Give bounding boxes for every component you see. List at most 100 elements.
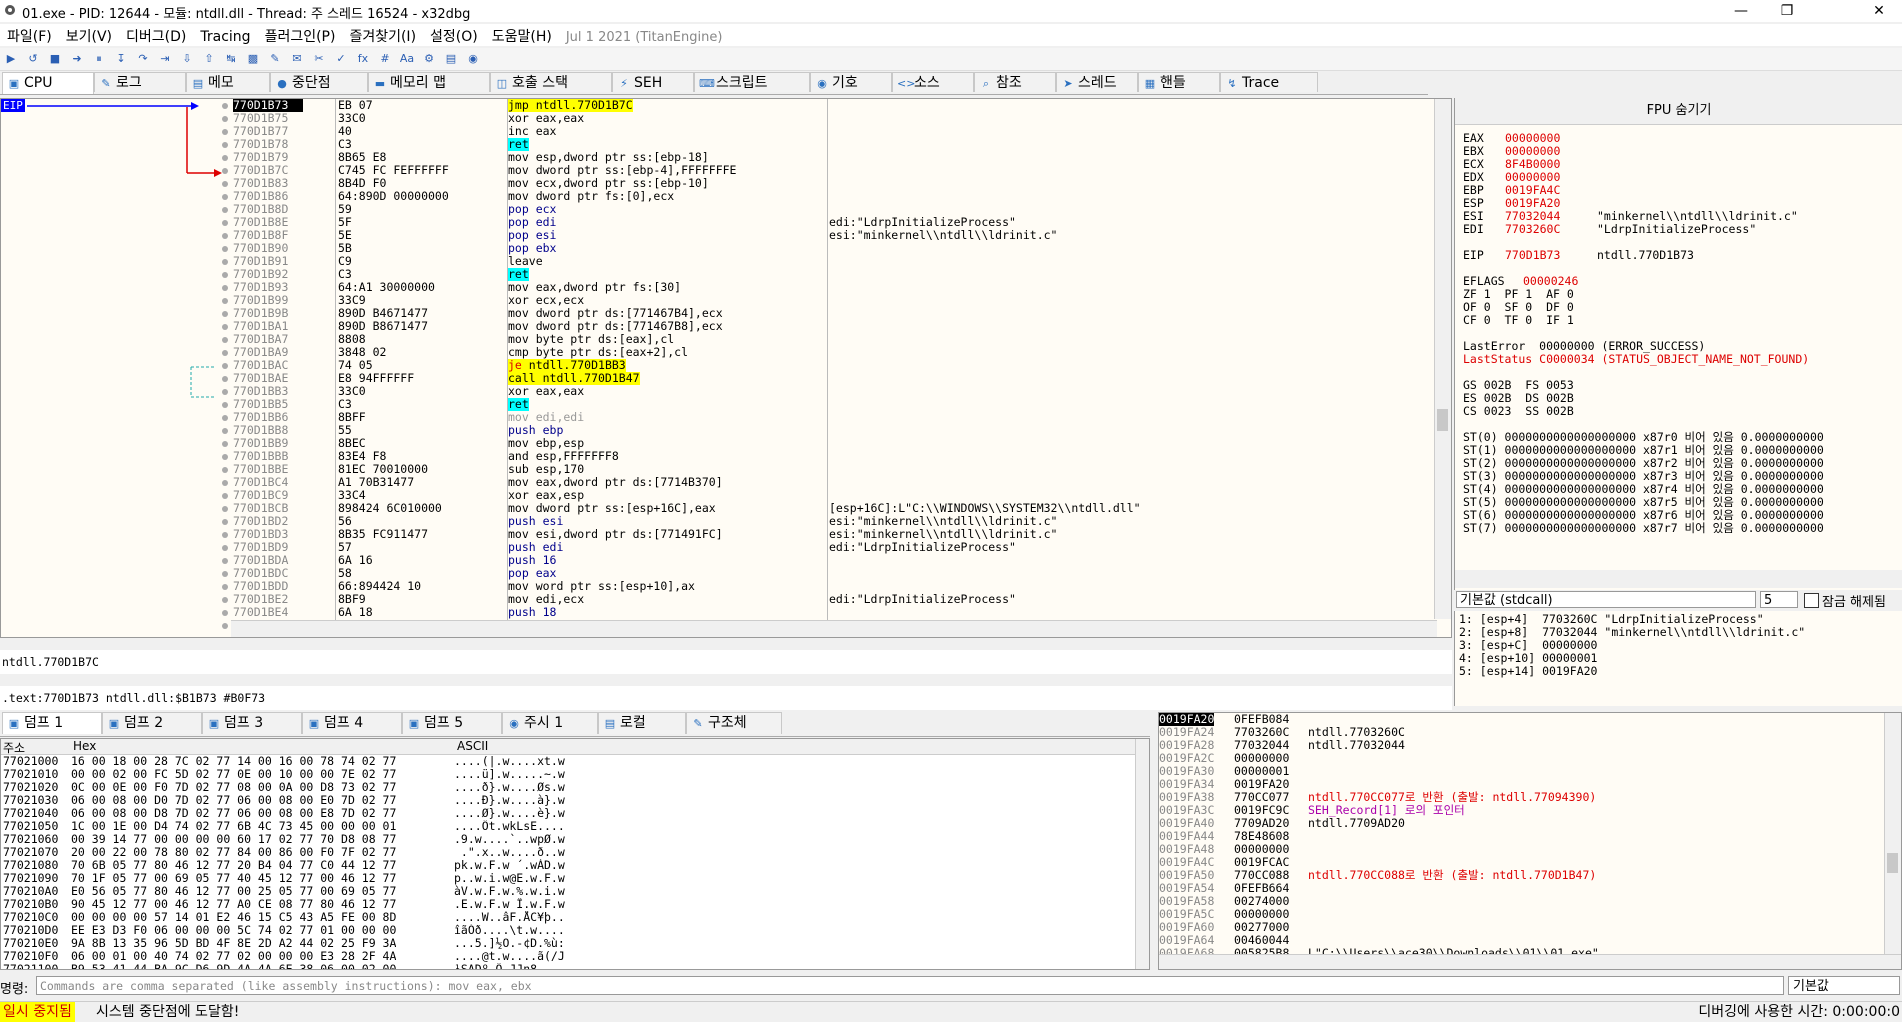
register-line[interactable]: EBX 00000000 <box>1463 145 1824 158</box>
menu-item-0[interactable]: 파일(F) <box>0 24 59 48</box>
command-input[interactable]: Commands are comma separated (like assem… <box>36 976 1784 995</box>
toolbar-icon-18[interactable]: Aa <box>399 52 415 66</box>
unlock-checkbox[interactable] <box>1804 593 1819 608</box>
dump-tab-7[interactable]: ✎ 구조체 <box>686 712 782 734</box>
instruction-text[interactable]: sub esp,170 <box>508 463 828 476</box>
breakpoint-dot-icon[interactable] <box>221 502 231 515</box>
instruction-text[interactable]: mov dword ptr ss:[ebp-4],FFFFFFFE <box>508 164 828 177</box>
register-line[interactable]: ESP 0019FA20 <box>1463 197 1824 210</box>
breakpoint-dot-icon[interactable] <box>221 190 231 203</box>
breakpoint-dot-icon[interactable] <box>221 541 231 554</box>
breakpoint-dot-icon[interactable] <box>221 450 231 463</box>
toolbar-icon-14[interactable]: ✂ <box>311 52 327 66</box>
hex-dump-pane[interactable]: 주소 Hex ASCII 77021000 77021010 77021020 770… <box>0 738 1150 970</box>
breakpoint-dot-icon[interactable] <box>221 528 231 541</box>
breakpoint-dot-icon[interactable] <box>221 606 231 619</box>
disassembly-hscrollbar[interactable] <box>231 620 1437 637</box>
menu-item-4[interactable]: 플러그인(P) <box>258 24 343 48</box>
breakpoint-dot-icon[interactable] <box>221 372 231 385</box>
breakpoint-dot-icon[interactable] <box>221 385 231 398</box>
stack-pane[interactable]: 0019FA20 0019FA24 0019FA28 0019FA2C 0019FA30… <box>1158 712 1902 970</box>
toolbar-icon-1[interactable]: ↺ <box>25 52 41 66</box>
toolbar-icon-16[interactable]: fx <box>355 52 371 66</box>
dump-tab-0[interactable]: ▣ 덤프 1 <box>2 712 102 734</box>
instruction-text[interactable]: mov word ptr ss:[esp+10],ax <box>508 580 828 593</box>
toolbar-icon-19[interactable]: ⚙ <box>421 52 437 66</box>
register-line[interactable]: ST(1) 0000000000000000000 x87r1 비어 있음 0.… <box>1463 444 1824 457</box>
register-line[interactable]: EFLAGS 00000246 <box>1463 275 1824 288</box>
instruction-text[interactable]: je ntdll.770D1BB3 <box>508 359 828 372</box>
instruction-text[interactable]: mov ecx,dword ptr ss:[ebp-10] <box>508 177 828 190</box>
breakpoint-dot-icon[interactable] <box>221 424 231 437</box>
breakpoint-dot-icon[interactable] <box>221 515 231 528</box>
toolbar-icon-8[interactable]: ⇩ <box>179 52 195 66</box>
register-line[interactable]: CS 0023 SS 002B <box>1463 405 1824 418</box>
register-line[interactable]: ST(2) 0000000000000000000 x87r2 비어 있음 0.… <box>1463 457 1824 470</box>
instruction-text[interactable]: cmp byte ptr ds:[eax+2],cl <box>508 346 828 359</box>
breakpoint-dot-icon[interactable] <box>221 359 231 372</box>
stack-hscrollbar[interactable] <box>1159 954 1901 969</box>
register-line[interactable]: CF 0 TF 0 IF 1 <box>1463 314 1824 327</box>
register-line[interactable]: OF 0 SF 0 DF 0 <box>1463 301 1824 314</box>
tab-symbols[interactable]: ◉ 기호 <box>810 72 892 92</box>
breakpoint-dot-icon[interactable] <box>221 346 231 359</box>
instruction-text[interactable]: xor eax,eax <box>508 385 828 398</box>
command-mode-select[interactable]: 기본값 <box>1788 976 1900 995</box>
close-button[interactable]: ✕ <box>1856 0 1902 22</box>
tab-log[interactable]: ✎ 로그 <box>94 72 186 92</box>
instruction-text[interactable]: xor eax,esp <box>508 489 828 502</box>
breakpoint-gutter[interactable] <box>221 99 231 632</box>
toolbar-icon-17[interactable]: # <box>377 52 393 66</box>
breakpoint-dot-icon[interactable] <box>221 333 231 346</box>
register-line[interactable]: ST(3) 0000000000000000000 x87r3 비어 있음 0.… <box>1463 470 1824 483</box>
breakpoint-dot-icon[interactable] <box>221 151 231 164</box>
breakpoint-dot-icon[interactable] <box>221 398 231 411</box>
calling-convention-select[interactable]: 기본값 (stdcall) <box>1456 591 1756 608</box>
breakpoint-dot-icon[interactable] <box>221 203 231 216</box>
instruction-text[interactable]: push 16 <box>508 554 828 567</box>
menu-item-7[interactable]: 도움말(H) <box>485 24 559 48</box>
disassembly-vscrollbar[interactable] <box>1434 99 1451 619</box>
breakpoint-dot-icon[interactable] <box>221 437 231 450</box>
register-line[interactable]: LastStatus C0000034 (STATUS_OBJECT_NAME_… <box>1463 353 1824 366</box>
instruction-text[interactable]: push 18 <box>508 606 828 619</box>
tab-script[interactable]: ⌨스크립트 <box>694 72 810 92</box>
breakpoint-dot-icon[interactable] <box>221 255 231 268</box>
breakpoint-dot-icon[interactable] <box>221 268 231 281</box>
tab-handles[interactable]: ▦ 핸들 <box>1138 72 1220 92</box>
toolbar-icon-0[interactable]: ▶ <box>3 52 19 66</box>
tab-breakpoint[interactable]: ● 중단점 <box>270 72 368 92</box>
tab-memory-map[interactable]: ▬ 메모리 맵 <box>368 72 490 92</box>
tab-references[interactable]: ⌕ 참조 <box>974 72 1056 92</box>
breakpoint-dot-icon[interactable] <box>221 112 231 125</box>
breakpoint-dot-icon[interactable] <box>221 229 231 242</box>
register-line[interactable]: ZF 1 PF 1 AF 0 <box>1463 288 1824 301</box>
instruction-text[interactable]: mov dword ptr ds:[771467B4],ecx <box>508 307 828 320</box>
instruction-text[interactable]: ret <box>508 268 828 281</box>
instruction-text[interactable]: pop eax <box>508 567 828 580</box>
register-line[interactable]: ECX 8F4B0000 <box>1463 158 1824 171</box>
breakpoint-dot-icon[interactable] <box>221 476 231 489</box>
arguments-pane[interactable]: 1: [esp+4] 7703260C "LdrpInitializeProce… <box>1454 611 1902 706</box>
toolbar-icon-2[interactable]: ■ <box>47 52 63 66</box>
instruction-text[interactable]: pop ebx <box>508 242 828 255</box>
instruction-text[interactable]: xor eax,eax <box>508 112 828 125</box>
instruction-text[interactable]: mov edi,edi <box>508 411 828 424</box>
instruction-text[interactable]: pop edi <box>508 216 828 229</box>
breakpoint-dot-icon[interactable] <box>221 294 231 307</box>
register-line[interactable] <box>1463 418 1824 431</box>
instruction-text[interactable]: push esi <box>508 515 828 528</box>
tab-call-stack[interactable]: ◫ 호출 스택 <box>490 72 612 92</box>
instruction-text[interactable]: push ebp <box>508 424 828 437</box>
instruction-text[interactable]: and esp,FFFFFFF8 <box>508 450 828 463</box>
register-line[interactable]: ESI 77032044 "minkernel\\ntdll\\ldrinit.c" <box>1463 210 1824 223</box>
register-line[interactable]: ST(7) 0000000000000000000 x87r7 비어 있음 0.… <box>1463 522 1824 535</box>
instruction-text[interactable]: mov edi,ecx <box>508 593 828 606</box>
register-line[interactable]: ST(6) 0000000000000000000 x87r6 비어 있음 0.… <box>1463 509 1824 522</box>
instruction-text[interactable]: ret <box>508 398 828 411</box>
breakpoint-dot-icon[interactable] <box>221 177 231 190</box>
registers-hscrollbar[interactable] <box>1455 570 1902 588</box>
tab-source[interactable]: <>소스 <box>892 72 974 92</box>
register-line[interactable] <box>1463 236 1824 249</box>
instruction-text[interactable]: mov byte ptr ds:[eax],cl <box>508 333 828 346</box>
